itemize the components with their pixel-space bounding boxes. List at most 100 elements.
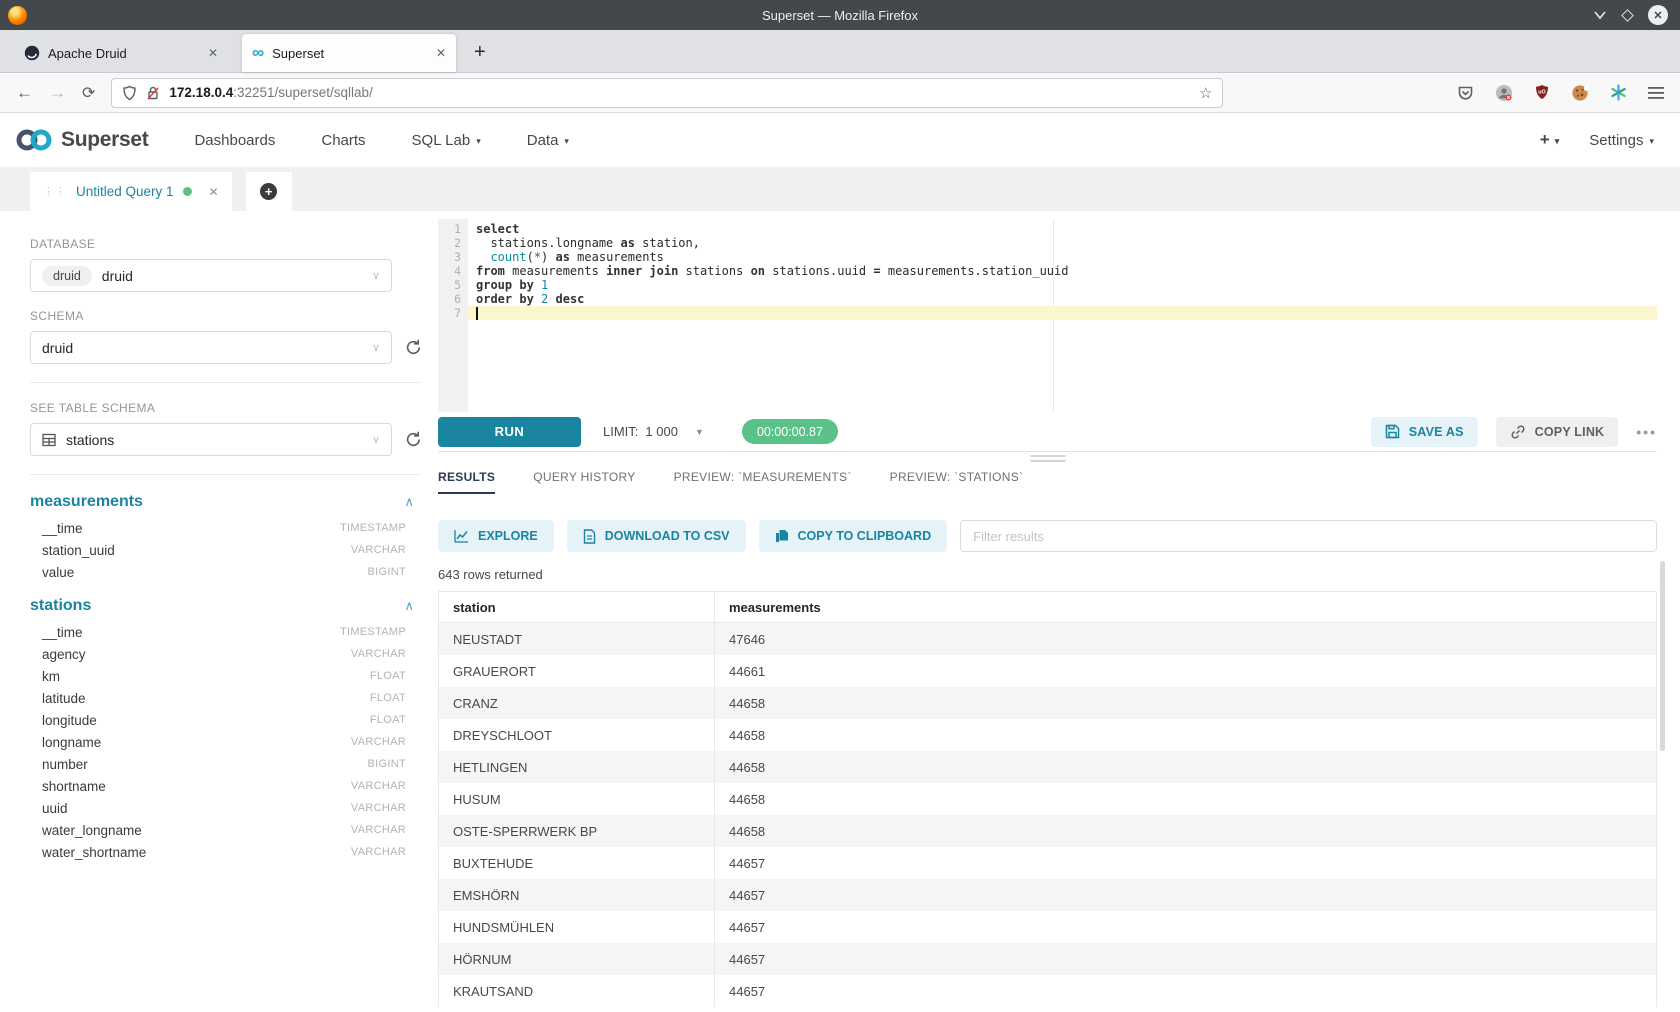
copy-to-clipboard-button[interactable]: COPY TO CLIPBOARD: [759, 520, 948, 552]
nav-item-data[interactable]: Data▾: [527, 132, 569, 149]
reload-icon[interactable]: ⟳: [82, 83, 95, 103]
table-schema-select[interactable]: stations ∨: [30, 423, 392, 456]
tab-close-icon[interactable]: ✕: [208, 46, 218, 60]
sql-token: (: [527, 250, 534, 264]
schema-select[interactable]: druid ∨: [30, 331, 392, 364]
query-tab-close-icon[interactable]: ✕: [209, 185, 219, 199]
sql-editor[interactable]: 1234567 select stations.longname as stat…: [438, 219, 1657, 412]
measurements-value: 44658: [715, 824, 765, 839]
menu-hamburger-icon[interactable]: [1648, 86, 1664, 100]
database-select[interactable]: druid druid ∨: [30, 259, 392, 292]
query-tab-untitled-query-1[interactable]: ⋮⋮ Untitled Query 1 ✕: [30, 172, 232, 211]
editor-code-line[interactable]: stations.longname as station,: [468, 236, 1657, 250]
navbar-right: +▾ Settings▾: [1540, 130, 1666, 150]
editor-code-line[interactable]: count(*) as measurements: [468, 250, 1657, 264]
url-bar[interactable]: 172.18.0.4:32251/superset/sqllab/ ☆: [111, 78, 1223, 108]
drag-handle-icon[interactable]: ⋮⋮: [43, 185, 67, 198]
url-path: :32251/superset/sqllab/: [233, 85, 373, 100]
editor-code-line[interactable]: order by 2 desc: [468, 292, 1657, 306]
editor-code-line[interactable]: [468, 306, 1657, 320]
query-tab-label: Untitled Query 1: [76, 184, 174, 199]
nav-item-sql-lab[interactable]: SQL Lab▾: [412, 132, 481, 149]
editor-code-line[interactable]: select: [468, 222, 1657, 236]
editor-code-line[interactable]: group by 1: [468, 278, 1657, 292]
sql-token: from: [476, 264, 505, 278]
clipboard-icon: [775, 529, 789, 544]
filter-results-input[interactable]: [960, 520, 1657, 552]
column-type: VARCHAR: [351, 824, 406, 836]
forward-icon[interactable]: →: [49, 83, 66, 103]
schema-column-row: longitudeFLOAT: [30, 709, 406, 731]
settings-menu[interactable]: Settings▾: [1589, 132, 1654, 149]
station-cell: BUXTEHUDE: [439, 847, 715, 879]
schema-column-row: numberBIGINT: [30, 753, 406, 775]
pocket-icon[interactable]: [1457, 85, 1474, 101]
new-query-tab-button[interactable]: +: [246, 172, 292, 211]
explore-button[interactable]: EXPLORE: [438, 520, 554, 552]
account-icon[interactable]: [1495, 84, 1513, 102]
extension-asterisk-icon[interactable]: [1610, 84, 1627, 101]
ublock-icon[interactable]: uO: [1534, 84, 1550, 101]
cookie-icon[interactable]: [1571, 84, 1589, 102]
results-scrollbar-thumb[interactable]: [1660, 561, 1665, 751]
superset-brand[interactable]: Superset: [14, 127, 148, 153]
brand-name: Superset: [61, 128, 148, 152]
chevron-up-icon[interactable]: ∧: [404, 598, 414, 614]
sql-token: measurements: [570, 250, 664, 264]
table-row: BUXTEHUDE44657: [439, 847, 1656, 879]
window-close-button[interactable]: ✕: [1648, 5, 1668, 25]
pane-resize-handle[interactable]: [438, 452, 1657, 464]
results-tab-preview-measurements[interactable]: PREVIEW: `MEASUREMENTS`: [674, 470, 852, 494]
measurements-value: 44657: [715, 888, 765, 903]
limit-dropdown[interactable]: LIMIT: 1 000 ▼: [603, 424, 704, 439]
chevron-down-icon: ▾: [1555, 134, 1560, 147]
toolbar-extension-icons: uO: [1457, 84, 1680, 102]
results-tab-results[interactable]: RESULTS: [438, 470, 495, 494]
more-options-icon[interactable]: •••: [1636, 424, 1657, 440]
station-value: EMSHÖRN: [439, 888, 519, 903]
station-value: BUXTEHUDE: [439, 856, 533, 871]
copy-link-button[interactable]: COPY LINK: [1496, 417, 1619, 447]
new-tab-button[interactable]: +: [474, 41, 486, 64]
refresh-schemas-icon[interactable]: [404, 338, 423, 357]
column-header-measurements[interactable]: measurements: [715, 592, 1656, 622]
nav-item-dashboards[interactable]: Dashboards: [194, 132, 275, 149]
chevron-up-icon[interactable]: ∧: [404, 494, 414, 510]
schema-column-row: longnameVARCHAR: [30, 731, 406, 753]
download-csv-button[interactable]: DOWNLOAD TO CSV: [567, 520, 746, 552]
measurements-value: 47646: [715, 632, 765, 647]
schema-column-row: water_shortnameVARCHAR: [30, 841, 406, 863]
results-tab-preview-stations[interactable]: PREVIEW: `STATIONS`: [890, 470, 1024, 494]
measurements-cell: 44657: [715, 911, 1656, 943]
download-csv-label: DOWNLOAD TO CSV: [605, 529, 730, 543]
new-item-button[interactable]: +▾: [1540, 130, 1559, 150]
browser-tab-apache-druid[interactable]: Apache Druid ✕: [14, 34, 228, 72]
run-button[interactable]: RUN: [438, 417, 581, 447]
shield-icon[interactable]: [122, 85, 137, 101]
query-tab-strip: ⋮⋮ Untitled Query 1 ✕ +: [0, 168, 1680, 211]
browser-tab-superset[interactable]: ∞ Superset ✕: [242, 34, 456, 72]
editor-line-number: 2: [438, 236, 461, 250]
window-maximize-button[interactable]: [1621, 9, 1634, 22]
save-as-label: SAVE AS: [1409, 425, 1464, 439]
table-row: EMSHÖRN 44657: [439, 879, 1656, 911]
results-tab-query-history[interactable]: QUERY HISTORY: [533, 470, 635, 494]
tab-close-icon[interactable]: ✕: [436, 46, 446, 60]
column-name: water_longname: [42, 823, 142, 838]
window-chevron-down-icon[interactable]: [1593, 10, 1607, 20]
lock-insecure-icon[interactable]: [146, 85, 160, 101]
column-header-station[interactable]: station: [439, 592, 715, 622]
editor-code-line[interactable]: from measurements inner join stations on…: [468, 264, 1657, 278]
save-as-button[interactable]: SAVE AS: [1371, 417, 1478, 447]
bookmark-star-icon[interactable]: ☆: [1199, 84, 1212, 102]
schema-table-header-measurements[interactable]: measurements ∧: [30, 493, 414, 511]
column-name: number: [42, 757, 88, 772]
editor-code[interactable]: select stations.longname as station, cou…: [468, 219, 1657, 412]
nav-item-charts[interactable]: Charts: [321, 132, 365, 149]
schema-table-header-stations[interactable]: stations∧: [30, 597, 414, 615]
schema-table-name: measurements: [30, 493, 143, 511]
back-icon[interactable]: ←: [16, 83, 33, 103]
refresh-tables-icon[interactable]: [404, 430, 423, 449]
firefox-icon: [8, 6, 27, 25]
schema-column-row: valueBIGINT: [30, 561, 406, 583]
